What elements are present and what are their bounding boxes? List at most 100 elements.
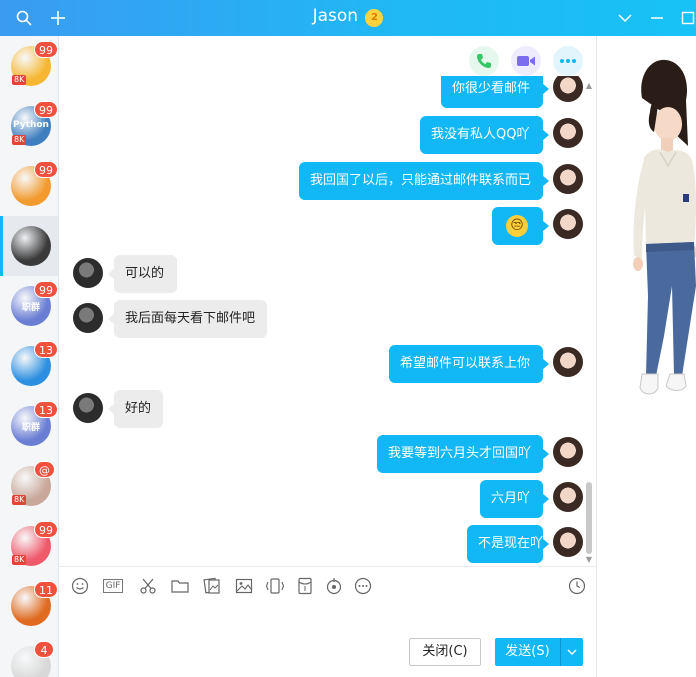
avatar [11,226,51,266]
title-bar: Jason 2 [0,0,696,36]
more-icon[interactable] [353,576,373,596]
my-avatar[interactable] [553,209,583,239]
send-button[interactable]: 发送(S) [495,638,560,666]
conversation-item[interactable]: 职群 99 [0,276,58,336]
scroll-down-icon[interactable]: ▼ [585,556,593,564]
unread-badge: 13 [34,401,58,418]
contact-avatar[interactable] [73,303,103,333]
message-bubble[interactable]: 我后面每天看下邮件吧 [108,300,267,338]
my-avatar[interactable] [553,527,583,557]
my-avatar[interactable] [553,482,583,512]
conversation-item[interactable]: 11 [0,576,58,636]
message-bubble[interactable]: 我回国了以后，只能通过邮件联系而已 [299,162,549,200]
message-text: 我没有私人QQ吖 [431,127,530,142]
video-camera-icon [517,56,535,66]
scroll-thumb[interactable] [586,482,592,554]
level-tag: 8K [12,75,27,85]
contact-avatar[interactable] [73,258,103,288]
annoyed-face-emoji-icon: 😒 [506,215,528,237]
send-options-button[interactable] [560,638,583,666]
contact-name: Jason [312,6,359,26]
chevron-down-icon [567,648,577,655]
image-folder-icon[interactable] [202,576,222,596]
maximize-icon[interactable] [676,6,696,30]
voice-call-button[interactable] [469,46,499,76]
chevron-down-icon[interactable] [613,6,637,30]
message-text: 我回国了以后，只能通过邮件联系而已 [310,173,532,188]
message-text: 可以的 [125,266,165,281]
contact-show-panel [598,36,696,677]
conversation-item[interactable]: 99 8K [0,516,58,576]
gif-icon[interactable]: GIF [101,576,125,596]
unread-badge: 4 [34,641,54,658]
message-text: 我要等到六月头才回国吖 [388,446,532,461]
unread-badge: 99 [34,281,58,298]
window-title: Jason 2 [0,6,696,27]
message-bubble[interactable]: 六月吖 [480,480,549,518]
more-icon [560,59,576,63]
my-avatar[interactable] [553,76,583,102]
unread-badge: 13 [34,341,58,358]
message-bubble[interactable]: 好的 [108,390,163,428]
unread-badge: 99 [34,101,58,118]
unread-badge: 99 [34,521,58,538]
unread-badge: 99 [34,41,58,58]
scissors-icon[interactable] [138,576,158,596]
folder-icon[interactable] [170,576,190,596]
emoji-message-bubble[interactable]: 😒 [492,207,549,245]
message-bubble[interactable]: 可以的 [108,255,177,293]
message-list[interactable]: 你很少看邮件我没有私人QQ吖我回国了以后，只能通过邮件联系而已 😒 可以的我后面每天… [59,76,597,564]
conversation-item[interactable] [0,216,58,276]
message-scrollbar[interactable]: ▲ ▼ [585,82,593,564]
shake-icon[interactable] [265,576,285,596]
image-icon[interactable] [234,576,254,596]
scroll-up-icon[interactable]: ▲ [585,82,593,90]
level-tag: 8K [12,495,27,505]
minimize-icon[interactable] [645,6,669,30]
conversation-item[interactable]: 99 [0,156,58,216]
avatar-caption: 职群 [21,423,40,433]
conversation-item[interactable]: 职群 13 [0,396,58,456]
message-text: 六月吖 [491,491,531,506]
my-avatar[interactable] [553,118,583,148]
level-tag: 8K [12,135,27,145]
history-clock-icon[interactable] [567,576,587,596]
my-avatar[interactable] [553,347,583,377]
conversation-item[interactable]: 99 8K [0,36,58,96]
message-bubble[interactable]: 我没有私人QQ吖 [420,116,549,154]
message-bubble[interactable]: 你很少看邮件 [441,76,549,108]
emoji-icon[interactable] [70,576,90,596]
contact-avatar[interactable] [73,393,103,423]
my-avatar[interactable] [553,164,583,194]
contact-avatar-figure [633,59,696,395]
video-call-button[interactable] [511,46,541,76]
red-packet-icon[interactable] [295,576,315,596]
conversation-item[interactable]: @8K [0,456,58,516]
conversation-item[interactable]: 13 [0,336,58,396]
my-avatar[interactable] [553,437,583,467]
message-bubble[interactable]: 希望邮件可以联系上你 [389,345,549,383]
phone-icon [477,54,491,68]
qq-chat-window: Jason 2 99 8K Python 99 8K 99 职群 99 13 职群 13 @8K 99 8… [0,0,696,677]
message-bubble[interactable]: 我要等到六月头才回国吖 [377,435,549,473]
level-tag: 8K [12,555,27,565]
avatar-caption: Python [13,120,49,130]
message-text: 希望邮件可以联系上你 [400,356,531,371]
close-button[interactable]: 关闭(C) [409,638,481,666]
message-input[interactable] [59,604,597,632]
conversation-sidebar: 99 8K Python 99 8K 99 职群 99 13 职群 13 @8K 99 8K 11 4 [0,36,59,677]
music-icon[interactable] [324,576,344,596]
vip-level-icon: 2 [365,9,384,27]
more-options-button[interactable] [553,46,583,76]
message-text: 不是现在吖 [478,536,544,551]
unread-badge: 11 [34,581,58,598]
message-text: 我后面每天看下邮件吧 [125,311,256,326]
conversation-item[interactable]: Python 99 8K [0,96,58,156]
conversation-item[interactable]: 4 [0,636,58,677]
unread-badge: @ [34,461,55,478]
message-bubble[interactable]: 不是现在吖 [467,525,549,563]
unread-badge: 99 [34,161,58,178]
input-toolbar: GIF [59,566,597,604]
message-text: 好的 [125,401,152,416]
message-text: 你很少看邮件 [452,81,531,96]
